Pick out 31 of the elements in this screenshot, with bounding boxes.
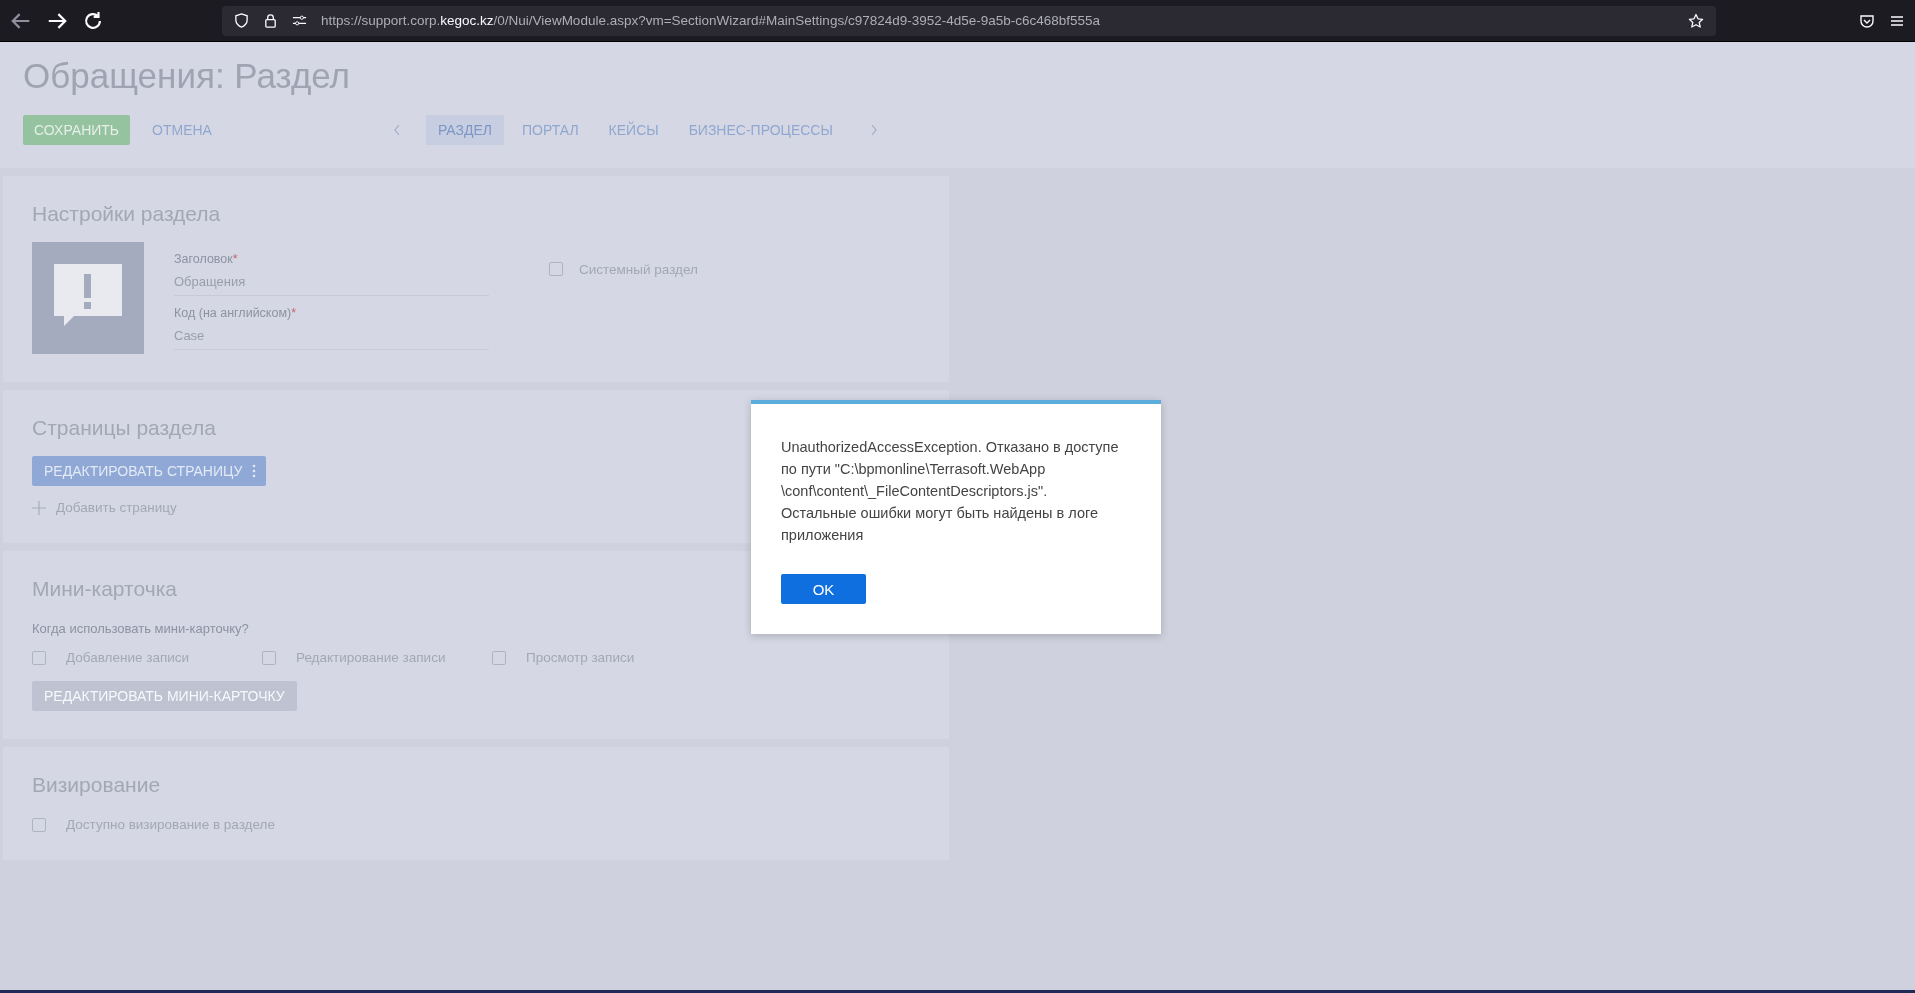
more-vertical-icon[interactable] bbox=[252, 464, 257, 478]
permissions-icon[interactable] bbox=[292, 13, 307, 28]
input-field[interactable]: Обращения bbox=[174, 266, 489, 296]
shield-icon bbox=[234, 13, 249, 28]
checkbox[interactable] bbox=[492, 650, 506, 665]
tab[interactable]: БИЗНЕС-ПРОЦЕССЫ bbox=[676, 115, 845, 145]
tab[interactable]: РАЗДЕЛ bbox=[425, 115, 504, 145]
required-mark: * bbox=[232, 252, 238, 266]
checkbox[interactable] bbox=[262, 650, 276, 665]
pocket-icon[interactable] bbox=[1859, 12, 1875, 29]
ok-button[interactable]: OK bbox=[781, 574, 866, 604]
field-label: Заголовок bbox=[174, 252, 233, 266]
error-message: UnauthorizedAccessException. Отказано в доступе по пути "C:\bpmonline\Terrasoft.WebApp \conf\content\_FileContentDescriptors.js". Остальные ошибки могут быть найдены в логе приложения bbox=[781, 438, 1120, 545]
star-icon[interactable] bbox=[1688, 12, 1704, 29]
tab[interactable]: ПОРТАЛ bbox=[510, 115, 591, 145]
reload-icon[interactable] bbox=[82, 9, 104, 32]
required-mark: * bbox=[291, 306, 297, 320]
checkbox[interactable] bbox=[32, 650, 46, 665]
address-bar[interactable]: https://support.corp.kegoc.kz/0/Nui/ViewModule.aspx?vm=SectionWizard#MainSettings/c97824d9-3952-4d5e-9a5b-c6c468bf555a bbox=[222, 5, 1716, 36]
edit-page-button[interactable]: РЕДАКТИРОВАТЬ СТРАНИЦУ bbox=[32, 456, 267, 486]
question-label: Когда использовать мини-карточку? bbox=[32, 621, 249, 636]
field-label: Код (на английском) bbox=[174, 306, 292, 320]
checkbox[interactable] bbox=[549, 262, 563, 276]
input-field[interactable]: Case bbox=[174, 320, 489, 350]
save-button[interactable]: СОХРАНИТЬ bbox=[23, 115, 131, 145]
tab[interactable]: КЕЙСЫ bbox=[596, 115, 671, 145]
lock-icon bbox=[263, 13, 278, 28]
plus-icon bbox=[32, 500, 46, 515]
cancel-link[interactable]: ОТМЕНА bbox=[130, 122, 234, 138]
section-icon[interactable] bbox=[32, 242, 144, 354]
checkbox[interactable] bbox=[32, 817, 46, 832]
